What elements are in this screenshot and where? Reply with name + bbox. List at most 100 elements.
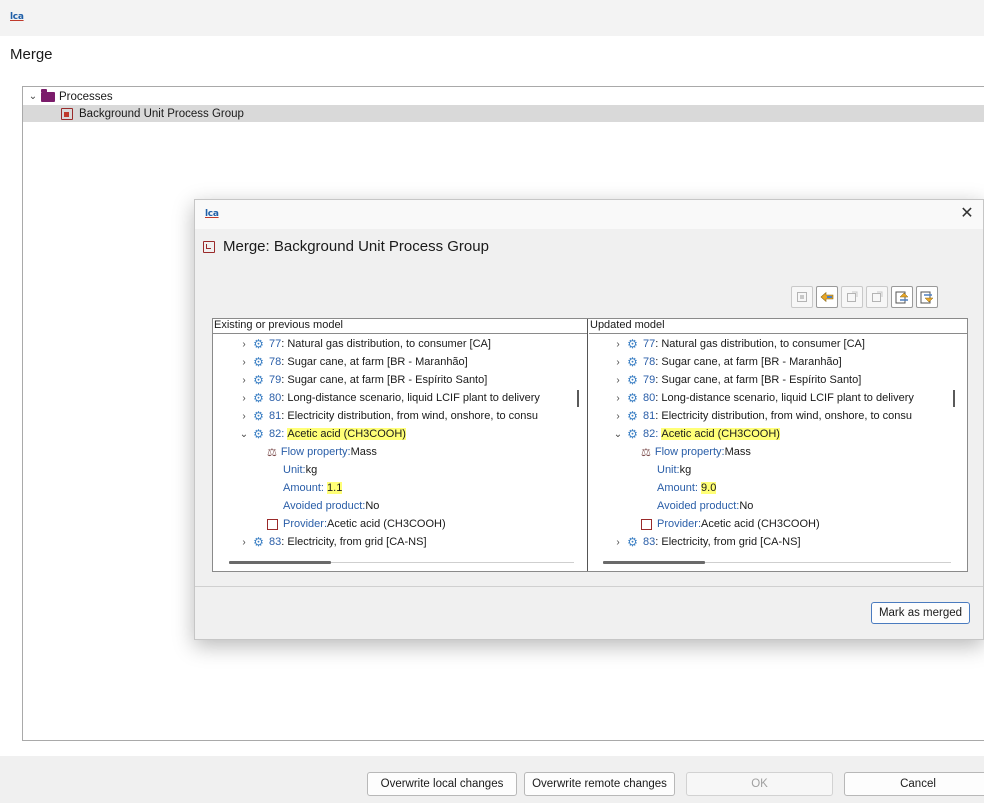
tree-item-label: Background Unit Process Group [79,107,244,120]
title-bar: lca [0,0,984,36]
list-item[interactable]: › ⚙ 83: Electricity, from grid [CA-NS] [611,533,800,551]
list-item[interactable]: ⌄ ⚙ 82: Acetic acid (CH3COOH) [237,425,406,443]
amount-diff: 9.0 [701,482,717,494]
tree-item-label: Processes [59,90,113,103]
gear-icon: ⚙ [627,427,638,441]
gear-icon: ⚙ [627,373,638,387]
chevron-down-icon[interactable]: ⌄ [237,429,251,440]
list-item: ⚖ Flow property: Mass [267,446,377,459]
compare-viewer: Existing or previous model › ⚙ 77: Natural… [212,318,968,572]
dialog-title-bar: lca ✕ [195,200,983,229]
list-item[interactable]: › ⚙ 81: Electricity distribution, from win… [237,407,538,425]
chevron-down-icon[interactable]: ⌄ [27,91,39,102]
dialog-title: Merge: Background Unit Process Group [223,238,489,255]
copy-selection-icon[interactable] [791,286,813,308]
chevron-down-icon[interactable]: ⌄ [611,429,625,440]
list-item[interactable]: › ⚙ 77: Natural gas distribution, to consu… [237,335,491,353]
tree-item-processes[interactable]: ⌄ Processes [23,88,984,105]
list-item: Provider: Acetic acid (CH3COOH) [267,515,446,533]
gear-icon: ⚙ [253,535,264,549]
app-logo: lca [205,209,219,219]
amount-diff: 1.1 [327,482,343,494]
list-item[interactable]: › ⚙ 81: Electricity distribution, from win… [611,407,912,425]
gear-icon: ⚙ [253,373,264,387]
vertical-scrollbar[interactable] [577,390,579,407]
next-difference-icon[interactable] [891,286,913,308]
overwrite-remote-button[interactable]: Overwrite remote changes [524,772,675,796]
updated-model-pane: Updated model › ⚙ 77: Natural gas distribu… [589,319,967,571]
gear-icon: ⚙ [627,355,638,369]
ok-button[interactable]: OK [686,772,833,796]
list-item[interactable]: › ⚙ 80: Long-distance scenario, liquid LCI… [611,389,914,407]
divider [195,586,983,587]
gear-icon: ⚙ [627,391,638,405]
list-item[interactable]: › ⚙ 77: Natural gas distribution, to consu… [611,335,865,353]
chevron-right-icon[interactable]: › [611,537,625,548]
process-group-icon [203,240,215,253]
chevron-right-icon[interactable]: › [611,357,625,368]
dialog-heading: Merge: Background Unit Process Group [203,238,489,255]
gear-icon: ⚙ [253,409,264,423]
chevron-right-icon[interactable]: › [611,411,625,422]
process-group-icon [61,107,73,120]
copy-all-right-icon[interactable] [841,286,863,308]
tree-view[interactable]: › ⚙ 77: Natural gas distribution, to consu… [589,334,967,566]
chevron-right-icon[interactable]: › [237,339,251,350]
chevron-right-icon[interactable]: › [237,375,251,386]
scale-icon: ⚖ [267,446,277,459]
chevron-right-icon[interactable]: › [237,537,251,548]
list-item: Avoided product: No [657,500,754,512]
merge-toolbar [791,286,938,310]
pane-header: Updated model [589,319,967,334]
close-icon[interactable]: ✕ [958,205,976,223]
gear-icon: ⚙ [253,337,264,351]
gear-icon: ⚙ [627,535,638,549]
mark-as-merged-button[interactable]: Mark as merged [871,602,970,624]
copy-all-left-icon[interactable] [866,286,888,308]
gear-icon: ⚙ [627,337,638,351]
tree-item-background-unit-process-group[interactable]: Background Unit Process Group [23,105,984,122]
list-item: Avoided product: No [283,500,380,512]
copy-left-icon[interactable] [816,286,838,308]
merge-dialog: lca ✕ Merge: Background Unit Process Gro… [194,199,984,640]
gear-icon: ⚙ [253,391,264,405]
app-logo: lca [10,12,24,22]
chevron-right-icon[interactable]: › [611,375,625,386]
chevron-right-icon[interactable]: › [237,357,251,368]
page-title: Merge [10,46,53,63]
gear-icon: ⚙ [253,355,264,369]
folder-icon [41,88,55,102]
list-item: Unit: kg [283,464,318,476]
provider-icon [267,518,278,530]
chevron-right-icon[interactable]: › [237,393,251,404]
chevron-right-icon[interactable]: › [611,393,625,404]
gear-icon: ⚙ [627,409,638,423]
list-item[interactable]: › ⚙ 78: Sugar cane, at farm [BR - Maranhão… [611,353,841,371]
gear-icon: ⚙ [253,427,264,441]
vertical-scrollbar[interactable] [953,390,955,407]
list-item: Amount: 1.1 [283,482,343,494]
list-item[interactable]: › ⚙ 79: Sugar cane, at farm [BR - Espírito… [237,371,487,389]
scale-icon: ⚖ [641,446,651,459]
tree-view[interactable]: › ⚙ 77: Natural gas distribution, to consu… [213,334,587,566]
list-item: Unit: kg [657,464,692,476]
cancel-button[interactable]: Cancel [844,772,984,796]
list-item: ⚖ Flow property: Mass [641,446,751,459]
list-item[interactable]: › ⚙ 78: Sugar cane, at farm [BR - Maranhão… [237,353,467,371]
provider-icon [641,518,652,530]
list-item[interactable]: › ⚙ 79: Sugar cane, at farm [BR - Espírito… [611,371,861,389]
button-bar: Overwrite local changes Overwrite remote… [0,756,984,803]
list-item[interactable]: › ⚙ 80: Long-distance scenario, liquid LCI… [237,389,540,407]
list-item: Provider: Acetic acid (CH3COOH) [641,515,820,533]
horizontal-scrollbar[interactable] [603,561,705,564]
existing-model-pane: Existing or previous model › ⚙ 77: Natural… [213,319,588,571]
previous-difference-icon[interactable] [916,286,938,308]
list-item[interactable]: › ⚙ 83: Electricity, from grid [CA-NS] [237,533,426,551]
list-item[interactable]: ⌄ ⚙ 82: Acetic acid (CH3COOH) [611,425,780,443]
chevron-right-icon[interactable]: › [237,411,251,422]
overwrite-local-button[interactable]: Overwrite local changes [367,772,517,796]
horizontal-scrollbar[interactable] [229,561,331,564]
pane-header: Existing or previous model [213,319,587,334]
list-item: Amount: 9.0 [657,482,717,494]
chevron-right-icon[interactable]: › [611,339,625,350]
